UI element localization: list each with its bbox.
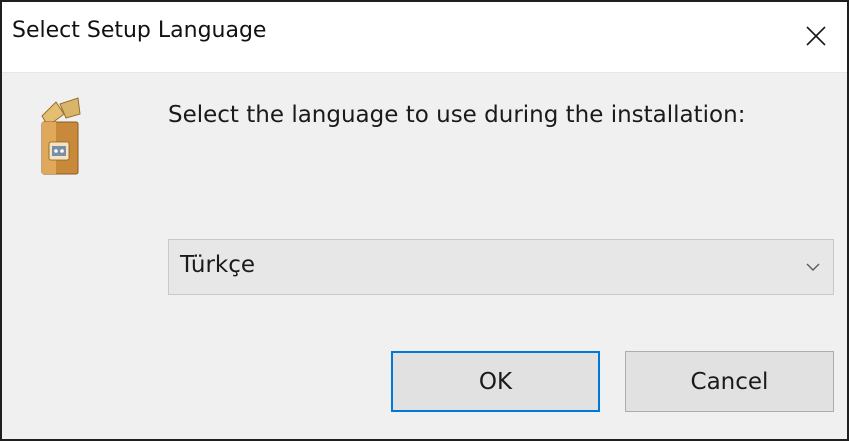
language-dropdown[interactable]: Türkçe bbox=[168, 239, 834, 295]
chevron-down-icon bbox=[806, 263, 820, 271]
close-button[interactable] bbox=[785, 2, 847, 70]
setup-language-dialog: Select Setup Language Select the languag… bbox=[0, 0, 849, 441]
setup-box-icon bbox=[41, 97, 81, 175]
close-icon bbox=[806, 26, 826, 46]
ok-button[interactable]: OK bbox=[391, 351, 600, 412]
selected-language: Türkçe bbox=[180, 252, 256, 278]
language-prompt: Select the language to use during the in… bbox=[168, 102, 746, 128]
window-title: Select Setup Language bbox=[12, 18, 267, 43]
title-bar: Select Setup Language bbox=[2, 2, 847, 73]
cancel-button[interactable]: Cancel bbox=[625, 351, 834, 412]
